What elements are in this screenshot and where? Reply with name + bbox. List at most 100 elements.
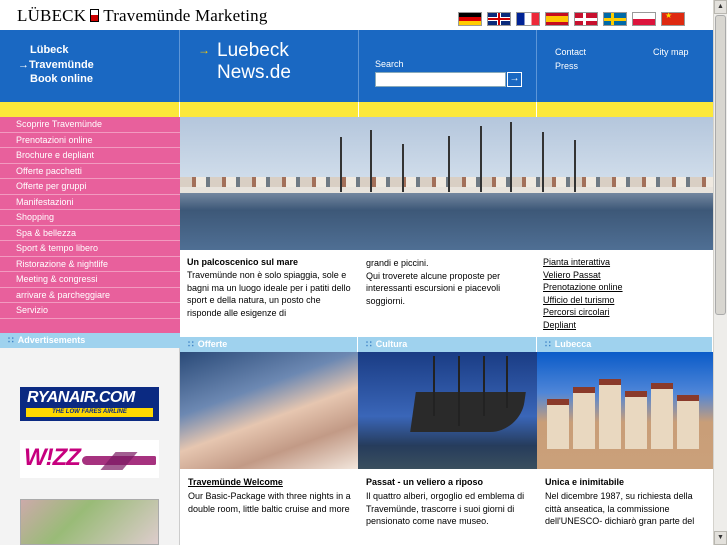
search-submit-button[interactable]: → bbox=[507, 72, 522, 87]
link-circular-routes[interactable]: Percorsi circolari bbox=[543, 306, 623, 319]
top-header: LÜBECK Travemünde Marketing bbox=[0, 0, 713, 30]
ship-mast bbox=[340, 137, 342, 192]
flag-german-icon[interactable] bbox=[458, 12, 482, 26]
ship-mast bbox=[480, 126, 482, 192]
side-menu-item[interactable]: Shopping bbox=[0, 210, 180, 226]
ryanair-logo-text: RYANAIR.COM bbox=[27, 389, 135, 406]
grid-dot-icon: ∷ bbox=[188, 339, 194, 349]
intro-section: Un palcoscenico sul mare Travemünde non … bbox=[180, 250, 713, 337]
language-flags bbox=[458, 11, 685, 26]
grid-dot-icon: ∷ bbox=[8, 335, 14, 345]
side-menu-item[interactable]: Offerte per gruppi bbox=[0, 179, 180, 195]
luebeck-heading-label: Lubecca bbox=[554, 339, 592, 349]
link-interactive-map[interactable]: Pianta interattiva bbox=[543, 256, 623, 269]
wizzair-ad[interactable]: W!ZZ bbox=[20, 440, 159, 478]
ads-area: RYANAIR.COM THE LOW FARES AIRLINE W!ZZ bbox=[0, 348, 180, 545]
side-menu-item[interactable]: Spa & bellezza bbox=[0, 226, 180, 241]
flag-danish-icon[interactable] bbox=[574, 12, 598, 26]
offers-image[interactable] bbox=[180, 352, 358, 469]
news-column: → Luebeck News.de bbox=[180, 30, 359, 102]
link-brochure[interactable]: Depliant bbox=[543, 319, 623, 332]
luebeck-title[interactable]: Unica e inimitabile bbox=[537, 469, 713, 487]
yellow-divider-strip bbox=[0, 102, 713, 117]
culture-image[interactable] bbox=[358, 352, 537, 469]
search-input[interactable] bbox=[375, 72, 506, 87]
city-map-link[interactable]: City map bbox=[653, 47, 689, 57]
grid-dot-icon: ∷ bbox=[545, 339, 551, 349]
side-menu-item[interactable]: Scoprire Travemünde bbox=[0, 117, 180, 133]
luebeck-image[interactable] bbox=[537, 352, 713, 469]
scroll-up-arrow-icon[interactable]: ▲ bbox=[714, 0, 727, 14]
offers-text: Our Basic-Package with three nights in a… bbox=[188, 491, 351, 514]
strip-segment bbox=[0, 102, 180, 117]
ship-mast bbox=[402, 144, 404, 192]
luebeck-text: Nel dicembre 1987, su richiesta della ci… bbox=[545, 491, 695, 527]
flag-polish-icon[interactable] bbox=[632, 12, 656, 26]
intro-text-2: grandi e piccini. Qui troverete alcune p… bbox=[366, 258, 501, 306]
side-menu: Scoprire Travemünde Prenotazioni online … bbox=[0, 117, 180, 333]
scroll-down-arrow-icon[interactable]: ▼ bbox=[714, 531, 727, 545]
flag-spanish-icon[interactable] bbox=[545, 12, 569, 26]
press-link[interactable]: Press bbox=[555, 61, 578, 71]
nav-item-book-online[interactable]: Book online bbox=[30, 72, 94, 87]
house-facade bbox=[573, 387, 595, 449]
intro-links: Pianta interattiva Veliero Passat Prenot… bbox=[543, 256, 623, 332]
ryanair-ad[interactable]: RYANAIR.COM THE LOW FARES AIRLINE bbox=[20, 387, 159, 421]
link-passat[interactable]: Veliero Passat bbox=[543, 269, 623, 282]
link-online-booking[interactable]: Prenotazione online bbox=[543, 281, 623, 294]
flag-chinese-icon[interactable] bbox=[661, 11, 685, 26]
offers-title-link[interactable]: Travemünde Welcome bbox=[180, 469, 358, 487]
ship-mast bbox=[542, 132, 544, 192]
luebeck-heading: ∷ Lubecca bbox=[537, 337, 713, 352]
culture-heading-label: Cultura bbox=[375, 339, 408, 349]
link-tourist-office[interactable]: Ufficio del turismo bbox=[543, 294, 623, 307]
ship-hulls bbox=[180, 187, 713, 193]
ads-heading: ∷ Advertisements bbox=[0, 333, 180, 348]
side-menu-item[interactable]: Manifestazioni bbox=[0, 195, 180, 210]
culture-heading: ∷ Cultura bbox=[358, 337, 537, 352]
flag-french-icon[interactable] bbox=[516, 12, 540, 26]
house-facade bbox=[677, 395, 699, 449]
arrow-right-icon: → bbox=[18, 58, 29, 71]
search-column: Search → bbox=[359, 30, 537, 102]
sailing-ship-hull bbox=[410, 392, 526, 432]
side-menu-item[interactable]: Meeting & congressi bbox=[0, 272, 180, 288]
side-menu-item[interactable]: arrivare & parcheggiare bbox=[0, 288, 180, 303]
vertical-scrollbar[interactable]: ▲ ▼ bbox=[713, 0, 727, 545]
contact-link[interactable]: Contact bbox=[555, 47, 586, 57]
ship-mast bbox=[433, 356, 435, 416]
grid-dot-icon: ∷ bbox=[366, 339, 372, 349]
scrollbar-thumb[interactable] bbox=[715, 15, 726, 315]
news-line-2: News.de bbox=[217, 62, 291, 83]
ship-mast bbox=[510, 122, 512, 192]
nav-item-luebeck[interactable]: Lübeck bbox=[30, 43, 94, 58]
flag-swedish-icon[interactable] bbox=[603, 12, 627, 26]
site-logo[interactable]: LÜBECK Travemünde Marketing bbox=[17, 6, 268, 26]
search-label: Search bbox=[375, 59, 404, 69]
arrow-right-icon: → bbox=[198, 43, 210, 57]
offers-heading: ∷ Offerte bbox=[180, 337, 358, 352]
side-menu-item[interactable]: Brochure e depliant bbox=[0, 148, 180, 164]
offers-heading-label: Offerte bbox=[197, 339, 228, 349]
house-facade bbox=[599, 379, 621, 449]
side-menu-item[interactable]: Offerte pacchetti bbox=[0, 164, 180, 179]
side-menu-item[interactable]: Servizio bbox=[0, 303, 180, 319]
luebeck-box: ∷ Lubecca Unica e inimitabile Nel dicembr… bbox=[537, 337, 713, 545]
strip-segment bbox=[180, 102, 359, 117]
flag-english-icon[interactable] bbox=[487, 12, 511, 26]
harbor-photo bbox=[180, 117, 713, 250]
ship-mast bbox=[574, 140, 576, 192]
side-menu-item[interactable]: Ristorazione & nightlife bbox=[0, 257, 180, 272]
side-menu-item[interactable]: Sport & tempo libero bbox=[0, 241, 180, 257]
ship-mast bbox=[458, 356, 460, 426]
utility-links: Contact Press City map bbox=[537, 30, 713, 102]
side-menu-item[interactable]: Prenotazioni online bbox=[0, 133, 180, 148]
nav-main-column: Lübeck →Travemünde Book online bbox=[0, 30, 180, 102]
intro-text-1: Travemünde non è solo spiaggia, sole e b… bbox=[187, 270, 351, 318]
culture-box: ∷ Cultura Passat - un veliero a riposo Il… bbox=[358, 337, 537, 545]
luebeck-news-link[interactable]: Luebeck News.de bbox=[217, 40, 291, 84]
culture-title[interactable]: Passat - un veliero a riposo bbox=[358, 469, 537, 487]
nav-item-travemuende[interactable]: →Travemünde bbox=[18, 58, 94, 73]
offers-box: ∷ Offerte Travemünde Welcome Our Basic-Pa… bbox=[180, 337, 358, 545]
third-ad-image[interactable] bbox=[20, 499, 159, 545]
